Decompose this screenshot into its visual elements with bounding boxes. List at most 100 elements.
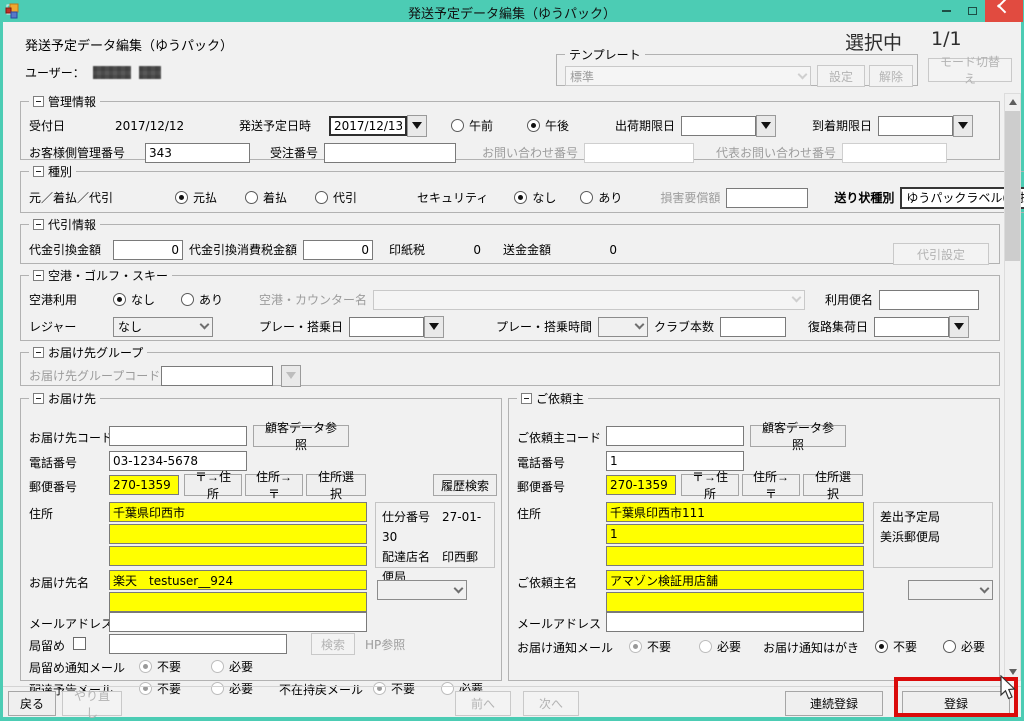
otodoke-group-code-input[interactable]	[161, 366, 273, 386]
kuko-ari-radio-item[interactable]: あり	[181, 291, 223, 308]
chakubarai-radio[interactable]	[245, 191, 258, 204]
dropdown-icon	[286, 372, 296, 379]
leisure-combobox[interactable]: なし	[113, 317, 213, 337]
kuko-nashi-radio-item[interactable]: なし	[113, 291, 155, 308]
tsuchi-hagaki-hitsuyo-radio[interactable]	[943, 640, 956, 653]
collapse-icon[interactable]	[33, 219, 44, 230]
template-combobox: 標準	[565, 66, 811, 86]
irainushi-name-input[interactable]	[606, 570, 864, 590]
security-nashi-radio-item[interactable]: なし	[514, 189, 556, 206]
play-date-dropdown-button[interactable]	[424, 316, 444, 338]
otodoke-misc-combobox[interactable]	[377, 580, 467, 600]
otodoke-kokyaku-button[interactable]: 顧客データ参照	[253, 425, 349, 447]
payment-type-label: 元／着払／代引	[29, 189, 169, 206]
fukuro-date-input[interactable]	[874, 317, 949, 337]
security-nashi-radio[interactable]	[514, 191, 527, 204]
close-button[interactable]	[985, 0, 1023, 22]
tochaku-date-dropdown-button[interactable]	[953, 115, 973, 137]
club-input[interactable]	[720, 317, 786, 337]
shukka-date-input[interactable]	[681, 116, 756, 136]
kokyaku-no-input[interactable]	[145, 143, 250, 163]
renzoku-toroku-button[interactable]: 連続登録	[785, 691, 883, 716]
motobarai-radio-item[interactable]: 元払	[175, 189, 217, 206]
shukka-date-dropdown-button[interactable]	[756, 115, 776, 137]
kuko-nashi-radio[interactable]	[113, 293, 126, 306]
collapse-icon[interactable]	[33, 96, 44, 107]
collapse-icon[interactable]	[33, 347, 44, 358]
otodoke-code-input[interactable]	[109, 426, 247, 446]
kyokudome-input[interactable]	[109, 634, 287, 654]
scroll-up-button[interactable]	[1005, 94, 1020, 110]
otodoke-yubin-to-jusho-button[interactable]: 〒→住所	[184, 474, 242, 496]
irainushi-code-input[interactable]	[606, 426, 744, 446]
songai-input[interactable]	[726, 188, 808, 208]
tochaku-date-input[interactable]	[878, 116, 953, 136]
scrollbar-thumb[interactable]	[1005, 111, 1020, 261]
daibiki-zeikin-input[interactable]	[303, 240, 373, 260]
daibiki-radio[interactable]	[315, 191, 328, 204]
mode-switch-button: モード切替え	[928, 58, 1012, 82]
fukuro-date-dropdown-button[interactable]	[949, 316, 969, 338]
play-date-input[interactable]	[349, 317, 424, 337]
otodoke-code-label: お届け先コード	[29, 429, 113, 446]
daibiki-radio-item[interactable]: 代引	[315, 189, 357, 206]
otodoke-jusho-select-button[interactable]: 住所選択	[306, 474, 366, 496]
otodoke-yubin-input[interactable]	[109, 475, 179, 495]
security-ari-radio[interactable]	[580, 191, 593, 204]
redo-button: やり直し	[62, 691, 122, 716]
security-ari-radio-item[interactable]: あり	[580, 189, 622, 206]
kyokudome-mail-hitsuyo-radio	[211, 660, 224, 673]
irainushi-jusho-line3-input[interactable]	[606, 546, 864, 566]
motobarai-radio[interactable]	[175, 191, 188, 204]
juchu-input[interactable]	[324, 143, 456, 163]
bin-input[interactable]	[879, 290, 979, 310]
irainushi-jusho-line1-input[interactable]	[606, 502, 864, 522]
irainushi-mail-input[interactable]	[606, 612, 864, 632]
minimize-button[interactable]	[933, 0, 959, 22]
chevron-down-icon	[454, 583, 464, 593]
otodoke-name2-input[interactable]	[109, 592, 367, 612]
otodoke-jusho-label: 住所	[29, 505, 53, 522]
otodoke-jusho-to-yubin-button[interactable]: 住所→〒	[245, 474, 303, 496]
vertical-scrollbar[interactable]	[1004, 93, 1021, 681]
kuko-title: 空港・ゴルフ・スキー	[48, 267, 168, 284]
collapse-icon[interactable]	[33, 270, 44, 281]
irainushi-name2-input[interactable]	[606, 592, 864, 612]
irainushi-jusho-to-yubin-button[interactable]: 住所→〒	[742, 474, 800, 496]
daibiki-kingaku-input[interactable]	[113, 240, 183, 260]
gozen-radio-item[interactable]: 午前	[451, 117, 493, 134]
hasso-date-input[interactable]	[329, 116, 407, 136]
otodoke-rireki-button[interactable]: 履歴検索	[433, 474, 497, 496]
play-time-combobox[interactable]	[598, 317, 648, 337]
collapse-icon[interactable]	[33, 166, 44, 177]
otodoke-mail-input[interactable]	[109, 612, 367, 632]
kyokudome-checkbox[interactable]	[73, 637, 86, 650]
otodoke-jusho-line2-input[interactable]	[109, 524, 367, 544]
otodoke-jusho-line1-input[interactable]	[109, 502, 367, 522]
gozen-radio[interactable]	[451, 119, 464, 132]
irainushi-kokyaku-button[interactable]: 顧客データ参照	[750, 425, 846, 447]
maximize-button[interactable]	[959, 0, 985, 22]
otodoke-jusho-line3-input[interactable]	[109, 546, 367, 566]
hasso-date-dropdown-button[interactable]	[407, 115, 427, 137]
sashidashi-label: 差出予定局	[880, 507, 986, 527]
irainushi-code-label: ご依頼主コード	[517, 429, 601, 446]
kuko-ari-radio[interactable]	[181, 293, 194, 306]
dropdown-icon	[412, 122, 422, 129]
irainushi-yubin-input[interactable]	[606, 475, 676, 495]
gogo-radio[interactable]	[527, 119, 540, 132]
fukuro-label: 復路集荷日	[808, 318, 868, 335]
gogo-radio-item[interactable]: 午後	[527, 117, 569, 134]
collapse-icon[interactable]	[33, 393, 44, 404]
tsuchi-hagaki-hitsuyo-item[interactable]: 必要	[943, 638, 985, 655]
chakubarai-radio-item[interactable]: 着払	[245, 189, 287, 206]
irainushi-misc-combobox[interactable]	[908, 580, 993, 600]
otodoke-name-input[interactable]	[109, 570, 367, 590]
tsuchi-hagaki-fuyo-item[interactable]: 不要	[875, 638, 917, 655]
tsuchi-hagaki-fuyo-radio[interactable]	[875, 640, 888, 653]
irainushi-jusho-select-button[interactable]: 住所選択	[803, 474, 863, 496]
collapse-icon[interactable]	[521, 393, 532, 404]
back-button[interactable]: 戻る	[8, 691, 56, 716]
irainushi-jusho-line2-input[interactable]	[606, 524, 864, 544]
irainushi-yubin-to-jusho-button[interactable]: 〒→住所	[681, 474, 739, 496]
